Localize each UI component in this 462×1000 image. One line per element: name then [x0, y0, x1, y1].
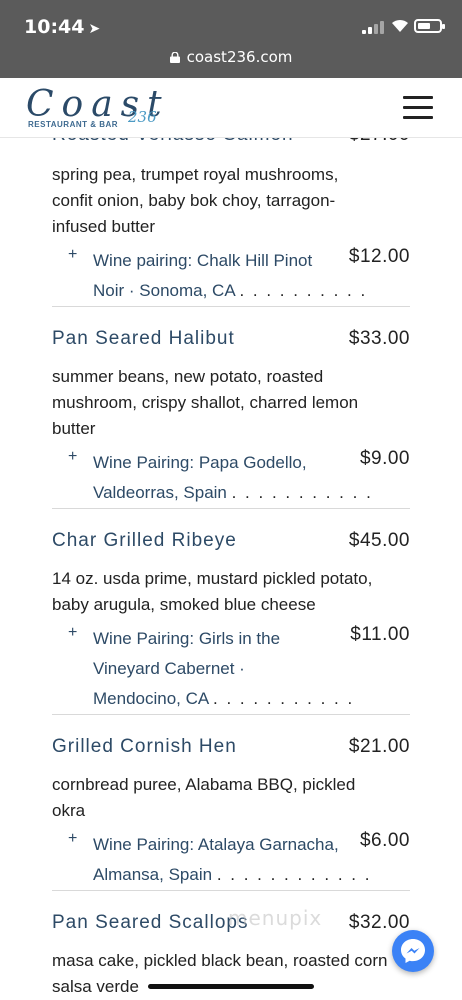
pairing-price: $12.00	[348, 246, 410, 267]
logo-number: 236	[128, 108, 157, 126]
menu-item: Pan Seared Halibut $33.00 summer beans, …	[52, 328, 410, 508]
pairing-line: Vineyard Cabernet ·	[93, 659, 245, 678]
leader-dots: . . . . . . . . . . .	[213, 689, 355, 708]
battery-icon	[414, 19, 445, 33]
divider	[52, 306, 410, 307]
desc-line: baby arugula, smoked blue cheese	[52, 595, 316, 614]
leader-dots: . . . . . . . . . .	[239, 281, 368, 300]
pairing-line: Wine Pairing: Papa Godello,	[93, 453, 307, 472]
home-indicator	[148, 984, 314, 989]
status-time: 10:44 ➤	[24, 16, 100, 38]
wifi-icon	[392, 19, 408, 32]
lock-icon	[169, 52, 180, 63]
pairing-price: $6.00	[359, 830, 410, 851]
divider	[52, 508, 410, 509]
item-name: Pan Seared Scallops	[52, 912, 249, 933]
url-text: coast236.com	[186, 48, 293, 66]
wine-pairing[interactable]: + Wine Pairing: Atalaya Garnacha, Almans…	[52, 830, 410, 890]
desc-line: cornbread puree, Alabama BBQ, pickled	[52, 775, 356, 794]
item-name: Char Grilled Ribeye	[52, 530, 237, 551]
item-price: $21.00	[348, 736, 410, 757]
item-name: Pan Seared Halibut	[52, 328, 235, 349]
wine-pairing[interactable]: + Wine Pairing: Girls in the Vineyard Ca…	[52, 624, 410, 714]
wine-pairing[interactable]: + Wine pairing: Chalk Hill Pinot Noir · …	[52, 246, 410, 306]
wine-pairing[interactable]: + Wine Pairing: Papa Godello, Valdeorras…	[52, 448, 410, 508]
plus-icon: +	[68, 246, 78, 263]
desc-line: masa cake, pickled black bean, roasted c…	[52, 951, 388, 970]
coast-logo[interactable]: Coast 236 RESTAURANT & BAR	[22, 80, 202, 136]
pairing-line: Noir · Sonoma, CA	[93, 281, 235, 300]
desc-line: confit onion, baby bok choy, tarragon-	[52, 191, 336, 210]
logo-subtitle: RESTAURANT & BAR	[28, 120, 119, 129]
desc-line: mushroom, crispy shallot, charred lemon	[52, 393, 359, 412]
desc-line: butter	[52, 419, 96, 438]
item-description: spring pea, trumpet royal mushrooms, con…	[52, 158, 410, 306]
menu-item: Char Grilled Ribeye $45.00 14 oz. usda p…	[52, 530, 410, 714]
clock-text: 10:44	[24, 16, 85, 38]
leader-dots: . . . . . . . . . . .	[231, 483, 373, 502]
menu-list: Roasted Verlasso Salmon $27.00 spring pe…	[0, 78, 462, 1000]
browser-status-bar: 10:44 ➤ coast236.com	[0, 0, 462, 78]
pairing-price: $11.00	[350, 624, 410, 645]
item-price: $33.00	[348, 328, 410, 349]
item-name: Grilled Cornish Hen	[52, 736, 237, 757]
desc-line: infused butter	[52, 217, 156, 236]
item-price: $45.00	[348, 530, 410, 551]
messenger-icon[interactable]	[392, 930, 434, 972]
divider	[52, 714, 410, 715]
desc-line: summer beans, new potato, roasted	[52, 367, 324, 386]
pairing-price: $9.00	[359, 448, 410, 469]
pairing-line: Wine Pairing: Atalaya Garnacha,	[93, 835, 339, 854]
plus-icon: +	[68, 830, 78, 847]
address-bar[interactable]: coast236.com	[0, 48, 462, 66]
pairing-line: Valdeorras, Spain	[93, 483, 227, 502]
pairing-line: Mendocino, CA	[93, 689, 209, 708]
item-description: cornbread puree, Alabama BBQ, pickled ok…	[52, 772, 410, 824]
desc-line: spring pea, trumpet royal mushrooms,	[52, 165, 339, 184]
location-arrow-icon: ➤	[88, 21, 101, 37]
plus-icon: +	[68, 624, 78, 641]
leader-dots: . . . . . . . . . . . .	[216, 865, 372, 884]
item-description: summer beans, new potato, roasted mushro…	[52, 364, 410, 442]
desc-line: 14 oz. usda prime, mustard pickled potat…	[52, 569, 373, 588]
site-header: Coast 236 RESTAURANT & BAR	[0, 78, 462, 138]
hamburger-menu-icon[interactable]	[403, 96, 433, 120]
divider	[52, 890, 410, 891]
desc-line: okra	[52, 801, 86, 820]
cellular-signal-icon	[362, 20, 384, 34]
item-description: masa cake, pickled black bean, roasted c…	[52, 948, 410, 1000]
item-description: 14 oz. usda prime, mustard pickled potat…	[52, 566, 410, 618]
menu-item: Grilled Cornish Hen $21.00 cornbread pur…	[52, 736, 410, 890]
pairing-line: Wine Pairing: Girls in the	[93, 629, 281, 648]
plus-icon: +	[68, 448, 78, 465]
pairing-line: Wine pairing: Chalk Hill Pinot	[93, 251, 313, 270]
pairing-line: Almansa, Spain	[93, 865, 213, 884]
watermark: menupix	[228, 906, 323, 930]
